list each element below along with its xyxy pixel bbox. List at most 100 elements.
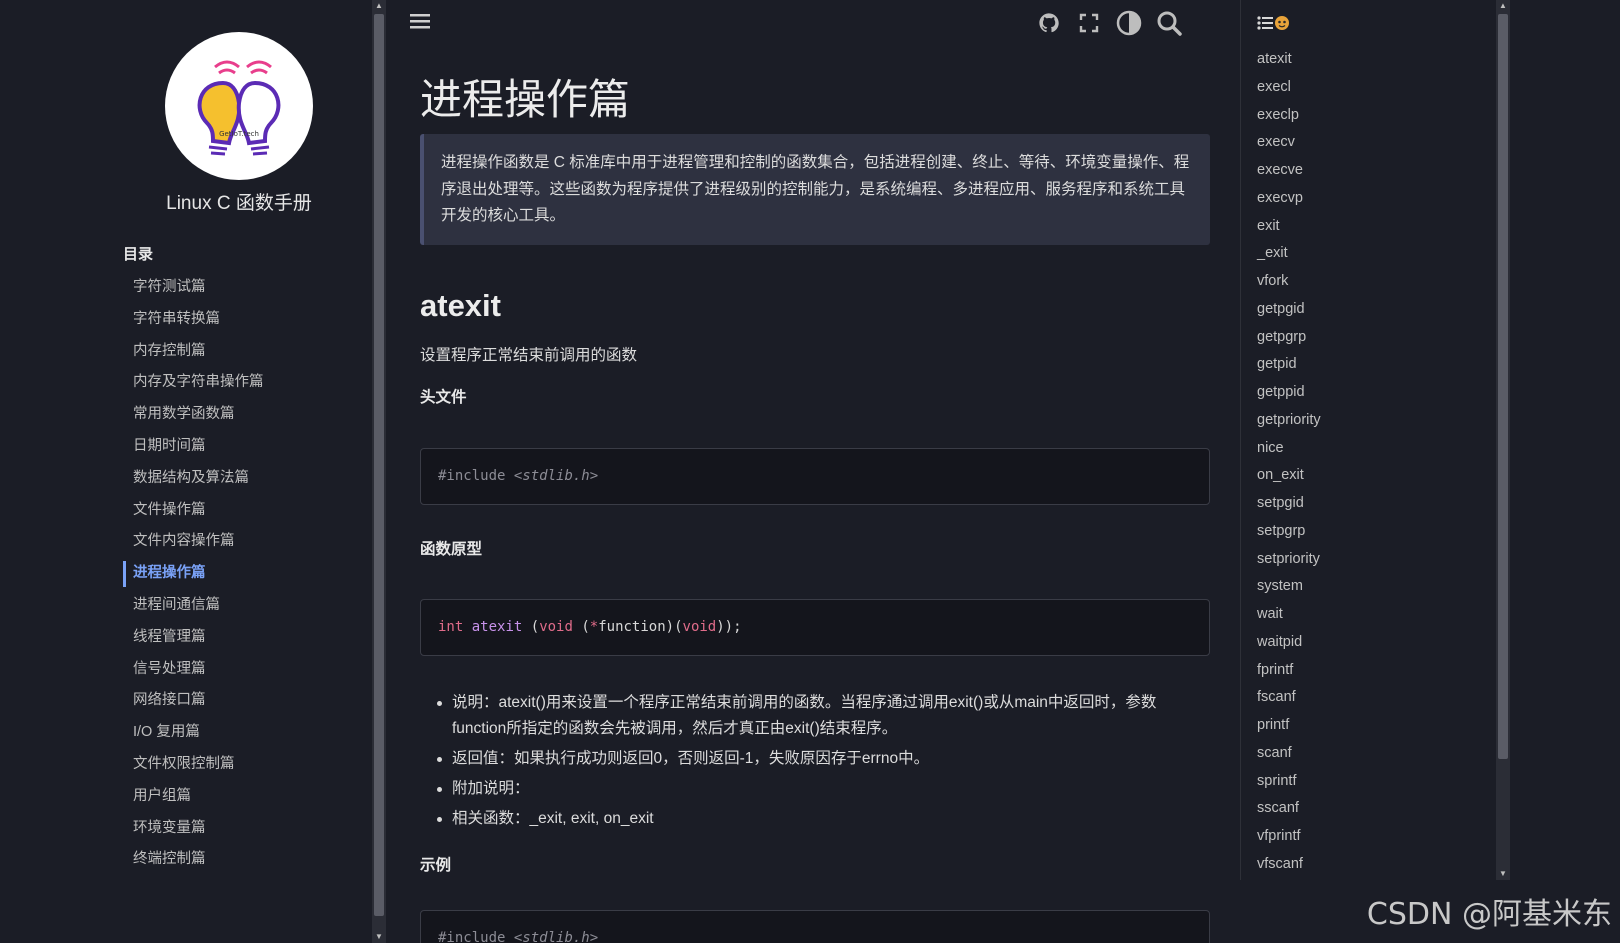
toc-heading: 目录 xyxy=(123,246,154,263)
page-toc-item[interactable]: getppid xyxy=(1257,379,1321,407)
code-punct: ( xyxy=(581,619,590,635)
code-directive: #include xyxy=(438,468,506,484)
page-toc-item[interactable]: _exit xyxy=(1257,240,1321,268)
toc-item[interactable]: 环境变量篇 xyxy=(123,813,353,845)
fullscreen-icon[interactable] xyxy=(1074,8,1104,38)
page-toc-item[interactable]: setpriority xyxy=(1257,546,1321,574)
code-directive: #include xyxy=(438,930,506,943)
page-toc-item[interactable]: fprintf xyxy=(1257,657,1321,685)
code-pointer: * xyxy=(589,619,599,635)
list-item: 说明：atexit()用来设置一个程序正常结束前调用的函数。当程序通过调用exi… xyxy=(420,690,1210,742)
page-toc-item[interactable]: on_exit xyxy=(1257,462,1321,490)
list-item: 返回值：如果执行成功则返回0，否则返回-1，失败原因存于errno中。 xyxy=(420,746,1210,772)
page-toc-item[interactable]: scanf xyxy=(1257,740,1321,768)
github-icon[interactable] xyxy=(1034,8,1064,38)
page-toc-item[interactable]: atexit xyxy=(1257,46,1321,74)
search-icon[interactable] xyxy=(1154,8,1184,38)
toc-item[interactable]: 信号处理篇 xyxy=(123,654,353,686)
code-include-file: <stdlib.h> xyxy=(513,468,599,484)
toc-item[interactable]: 内存控制篇 xyxy=(123,336,353,368)
toc-item[interactable]: 常用数学函数篇 xyxy=(123,399,353,431)
section-title-atexit: atexit xyxy=(420,288,501,323)
scroll-down-icon[interactable]: ▼ xyxy=(1496,868,1510,880)
toc-item[interactable]: 内存及字符串操作篇 xyxy=(123,367,353,399)
watermark: CSDN @阿基米东 xyxy=(1366,897,1612,932)
code-function-name: atexit xyxy=(471,619,523,635)
page-toc-item[interactable]: getpgrp xyxy=(1257,324,1321,352)
toc-item[interactable]: I/O 复用篇 xyxy=(123,717,353,749)
toc-item[interactable]: 文件操作篇 xyxy=(123,495,353,527)
page-toc-item[interactable]: getpgid xyxy=(1257,296,1321,324)
main-scrollbar[interactable]: ▲ ▼ xyxy=(1496,0,1510,880)
toc-item[interactable]: 字符串转换篇 xyxy=(123,304,353,336)
intro-blockquote: 进程操作函数是 C 标准库中用于进程管理和控制的函数集合，包括进程创建、终止、等… xyxy=(420,134,1210,245)
list-icon[interactable] xyxy=(1257,14,1291,37)
page-toc-item[interactable]: execve xyxy=(1257,157,1321,185)
scroll-down-icon[interactable]: ▼ xyxy=(372,931,386,943)
toc-item[interactable]: 用户组篇 xyxy=(123,781,353,813)
logo-text: GetIoT.tech xyxy=(219,130,259,138)
toc-item[interactable]: 终端控制篇 xyxy=(123,844,353,876)
menu-icon[interactable] xyxy=(410,10,430,36)
page-toc-item[interactable]: exit xyxy=(1257,213,1321,241)
code-include-file: <stdlib.h> xyxy=(513,930,599,943)
list-item: 附加说明： xyxy=(420,776,1210,802)
page-toc-item[interactable]: vfscanf xyxy=(1257,851,1321,879)
toc-item[interactable]: 网络接口篇 xyxy=(123,685,353,717)
code-punct: ( xyxy=(530,619,540,635)
theme-toggle-icon[interactable] xyxy=(1114,8,1144,38)
page-toc-item[interactable]: nice xyxy=(1257,435,1321,463)
section-description: 设置程序正常结束前调用的函数 xyxy=(420,347,638,364)
page-toc-item[interactable]: sprintf xyxy=(1257,768,1321,796)
page-toc-item[interactable]: execvp xyxy=(1257,185,1321,213)
page-toc-item[interactable]: system xyxy=(1257,573,1321,601)
toolbar-icons xyxy=(1034,8,1184,38)
prototype-heading: 函数原型 xyxy=(420,541,483,558)
page-toc-item[interactable]: execlp xyxy=(1257,102,1321,130)
bulb-logo-icon xyxy=(197,60,281,156)
main-content: 进程操作篇 进程操作函数是 C 标准库中用于进程管理和控制的函数集合，包括进程创… xyxy=(386,0,1236,943)
prototype-code-block[interactable]: int atexit (void (*function)(void)); xyxy=(420,599,1210,656)
main-scroll-thumb[interactable] xyxy=(1498,14,1508,759)
toc-item-active[interactable]: 进程操作篇 xyxy=(123,558,353,590)
list-item: 相关函数：_exit, exit, on_exit xyxy=(420,806,1210,832)
scroll-up-icon[interactable]: ▲ xyxy=(372,0,386,12)
toc-item[interactable]: 进程间通信篇 xyxy=(123,590,353,622)
header-code-block[interactable]: #include <stdlib.h> xyxy=(420,448,1210,505)
toc-item[interactable]: 文件权限控制篇 xyxy=(123,749,353,781)
page-toc-item[interactable]: wait xyxy=(1257,601,1321,629)
example-heading: 示例 xyxy=(420,857,452,874)
page-toc-item[interactable]: printf xyxy=(1257,712,1321,740)
example-code-block[interactable]: #include <stdlib.h> xyxy=(420,910,1210,943)
code-keyword: void xyxy=(682,619,717,635)
page-toc-item[interactable]: setpgrp xyxy=(1257,518,1321,546)
sidebar-scroll-thumb[interactable] xyxy=(374,14,384,916)
page-toc-item[interactable]: execv xyxy=(1257,129,1321,157)
page-toc-item[interactable]: vfork xyxy=(1257,268,1321,296)
page-toc-item[interactable]: getpid xyxy=(1257,351,1321,379)
toc-item[interactable]: 线程管理篇 xyxy=(123,622,353,654)
page-toc-item[interactable]: waitpid xyxy=(1257,629,1321,657)
toc-item[interactable]: 文件内容操作篇 xyxy=(123,526,353,558)
site-logo[interactable]: GetIoT.tech xyxy=(165,32,313,180)
description-list: 说明：atexit()用来设置一个程序正常结束前调用的函数。当程序通过调用exi… xyxy=(420,690,1210,836)
page-toc-item[interactable]: setpgid xyxy=(1257,490,1321,518)
code-keyword: void xyxy=(539,619,573,635)
app-title[interactable]: Linux C 函数手册 xyxy=(120,188,358,215)
page-toc: atexit execl execlp execv execve execvp … xyxy=(1240,0,1496,880)
code-return-type: int xyxy=(438,619,464,635)
toc-item[interactable]: 日期时间篇 xyxy=(123,431,353,463)
page-toc-item[interactable]: vfprintf xyxy=(1257,823,1321,851)
sidebar-scrollbar[interactable]: ▲ ▼ xyxy=(372,0,386,943)
page-toc-list: atexit execl execlp execv execve execvp … xyxy=(1257,46,1321,879)
code-arg: function)( xyxy=(598,619,683,635)
page-toc-item[interactable]: getpriority xyxy=(1257,407,1321,435)
scroll-up-icon[interactable]: ▲ xyxy=(1496,0,1510,12)
page-toc-item[interactable]: fscanf xyxy=(1257,684,1321,712)
toc-item[interactable]: 数据结构及算法篇 xyxy=(123,463,353,495)
page-toc-item[interactable]: execl xyxy=(1257,74,1321,102)
code-punct: )); xyxy=(716,619,742,635)
left-sidebar: GetIoT.tech Linux C 函数手册 目录 字符测试篇 字符串转换篇… xyxy=(0,0,372,943)
page-toc-item[interactable]: sscanf xyxy=(1257,795,1321,823)
toc-item[interactable]: 字符测试篇 xyxy=(123,272,353,304)
